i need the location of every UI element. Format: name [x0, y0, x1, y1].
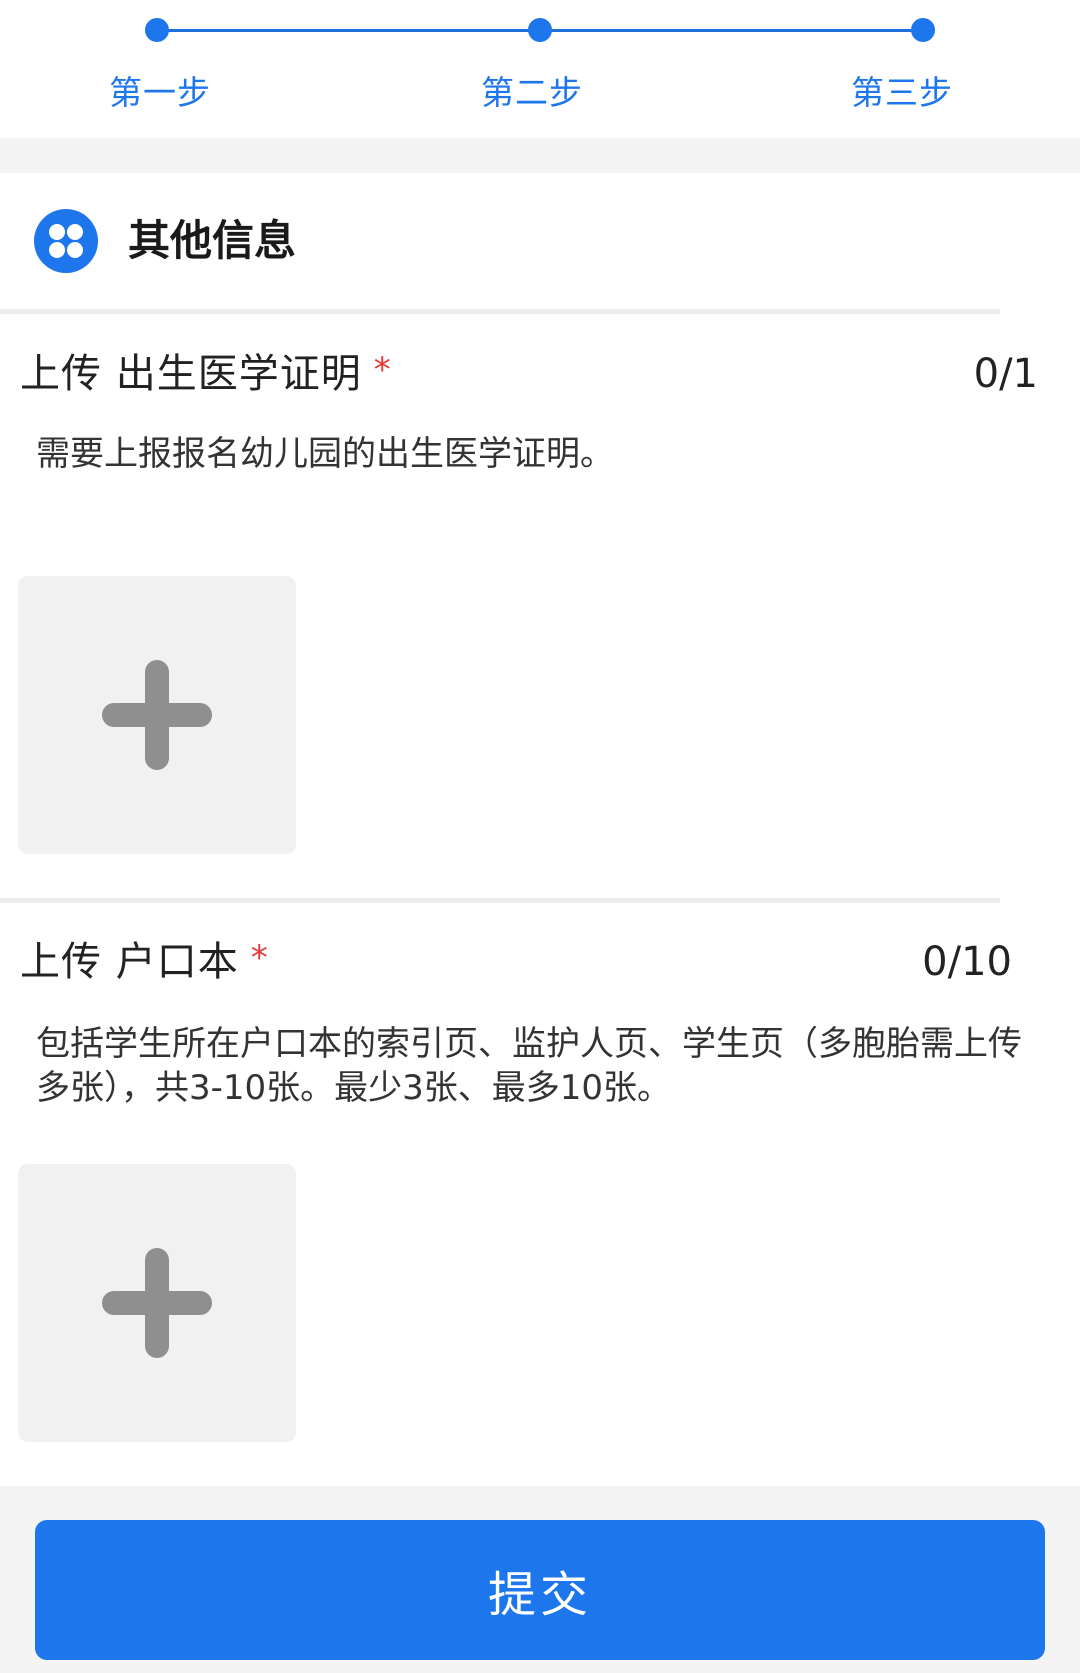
- upload-count: 0/1: [973, 351, 1038, 397]
- grid-flower-icon: [34, 209, 98, 273]
- divider: [0, 898, 1000, 903]
- step-1-dot: [145, 18, 169, 42]
- progress-stepper: 第一步 第二步 第三步: [0, 0, 1080, 138]
- upload-count: 0/10: [922, 939, 1012, 985]
- plus-icon: [18, 576, 296, 854]
- step-3-dot: [911, 18, 935, 42]
- add-photo-button[interactable]: [18, 1164, 296, 1442]
- step-1-label[interactable]: 第一步: [80, 66, 240, 114]
- section-title: 其他信息: [128, 216, 297, 265]
- add-photo-button[interactable]: [18, 576, 296, 854]
- upload-title-text: 上传 出生医学证明: [20, 351, 362, 397]
- section-gap: [0, 138, 1080, 173]
- submit-button[interactable]: 提交: [35, 1520, 1045, 1660]
- upload-description: 需要上报报名幼儿园的出生医学证明。: [36, 434, 614, 474]
- step-3-label[interactable]: 第三步: [822, 66, 982, 114]
- footer-bar: 提交: [0, 1486, 1080, 1673]
- upload-description: 包括学生所在户口本的索引页、监护人页、学生页（多胞胎需上传多张），共3-10张。…: [36, 1024, 1022, 1108]
- section-header: 其他信息: [0, 173, 1080, 309]
- upload-title: 上传 出生医学证明 *: [20, 348, 392, 402]
- divider: [0, 309, 1000, 314]
- step-2-dot: [528, 18, 552, 42]
- required-mark: *: [373, 350, 392, 390]
- required-mark: *: [250, 938, 269, 978]
- upload-title-text: 上传 户口本: [20, 939, 239, 985]
- upload-title: 上传 户口本 *: [20, 936, 269, 990]
- step-2-label[interactable]: 第二步: [452, 66, 612, 114]
- plus-icon: [18, 1164, 296, 1442]
